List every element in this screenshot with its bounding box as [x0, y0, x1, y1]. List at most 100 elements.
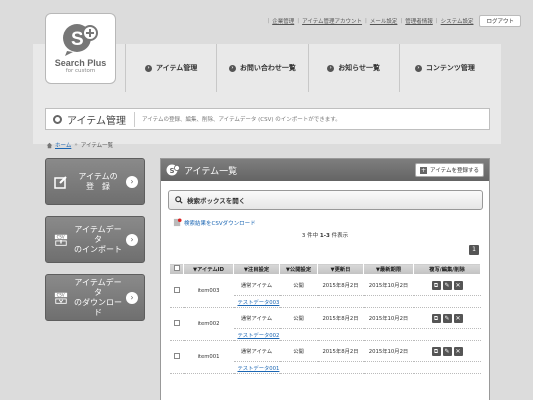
panel-header: S アイテム一覧 + アイテムを登録する: [161, 159, 489, 181]
chevron-right-icon: ›: [414, 64, 422, 72]
svg-text:CSV: CSV: [57, 292, 65, 297]
logo-brand: Search Plus: [54, 58, 107, 68]
cell-updated: 2015年8月2日: [317, 307, 364, 329]
nav-label: お知らせ一覧: [338, 64, 381, 72]
cell-actions: ⧉ ✎ ✕: [413, 307, 481, 329]
import-data-label: アイテムデータ のインポート: [74, 224, 122, 254]
chevron-right-icon: ›: [144, 64, 152, 72]
panel-title: アイテム一覧: [184, 166, 238, 177]
toplink-system[interactable]: システム設定: [441, 17, 474, 25]
csv-download-icon: CSV: [54, 291, 68, 305]
chevron-right-icon: ›: [126, 233, 138, 246]
select-all-header[interactable]: [169, 263, 184, 275]
cell-public: 公開: [279, 340, 318, 362]
edit-icon[interactable]: ✎: [442, 280, 452, 290]
col-header-public[interactable]: ▼公開設定: [279, 263, 318, 275]
csv-import-icon: CSV: [54, 233, 68, 247]
table-row: item001 通常アイテム 公開 2015年8月2日 2015年10月2日 ⧉…: [169, 340, 481, 374]
col-header-actions: 複写/編集/削除: [413, 263, 481, 275]
breadcrumb: ホーム » アイテム一覧: [46, 141, 113, 149]
toplink-mail[interactable]: メール設定: [370, 17, 398, 25]
csv-download-label[interactable]: 検索結果をCSVダウンロード: [184, 219, 256, 227]
col-header-attention[interactable]: ▼注目設定: [233, 263, 280, 275]
nav-label: コンテンツ管理: [425, 64, 475, 72]
download-data-button[interactable]: CSV アイテムデータ のダウンロード ›: [45, 274, 145, 321]
register-item-button[interactable]: アイテムの登 録 ›: [45, 158, 145, 205]
cell-id: item001: [183, 340, 234, 374]
logo-mini-icon: S: [166, 164, 180, 176]
edit-icon: [54, 175, 68, 189]
chevron-right-icon: ›: [126, 175, 138, 188]
cell-expiry: 2015年10月2日: [363, 274, 414, 296]
row-checkbox[interactable]: [173, 353, 180, 359]
toplink-item-account[interactable]: アイテム管理アカウント: [302, 17, 362, 25]
item-name-link[interactable]: テストデータ002: [233, 328, 481, 341]
delete-icon[interactable]: ✕: [453, 346, 463, 356]
register-item-label: アイテムの登 録: [78, 171, 118, 191]
pager-page[interactable]: 1: [469, 245, 479, 255]
top-links: | 企業管理 | アイテム管理アカウント | メール設定 | 管理者情報 | システム設定…: [264, 15, 521, 27]
cell-public: 公開: [279, 307, 318, 329]
col-header-updated[interactable]: ▼更新日: [317, 263, 364, 275]
nav-item-inquiries[interactable]: › お問い合わせ一覧: [216, 44, 307, 92]
chevron-right-icon: ›: [327, 64, 335, 72]
nav-item-news[interactable]: › お知らせ一覧: [307, 44, 399, 92]
copy-icon[interactable]: ⧉: [431, 313, 441, 323]
breadcrumb-current: アイテム一覧: [80, 143, 114, 149]
add-item-label: アイテムを登録する: [430, 168, 479, 174]
logo-icon: S: [62, 24, 98, 56]
chevron-right-icon: ›: [228, 64, 236, 72]
logo-sub: for custom: [65, 68, 96, 74]
search-box-toggle[interactable]: 検索ボックスを開く: [168, 190, 483, 210]
item-name-link[interactable]: テストデータ003: [233, 295, 481, 308]
copy-icon[interactable]: ⧉: [431, 346, 441, 356]
item-list-panel: S アイテム一覧 + アイテムを登録する 検索ボックスを開く 検索結果をCSVダウ…: [160, 158, 490, 400]
cell-id: item003: [183, 274, 234, 308]
select-all-checkbox[interactable]: [173, 265, 180, 271]
table-row: item002 通常アイテム 公開 2015年8月2日 2015年10月2日 ⧉…: [169, 307, 481, 341]
add-item-button[interactable]: + アイテムを登録する: [415, 163, 484, 177]
nav-label: アイテム管理: [155, 64, 198, 72]
breadcrumb-home[interactable]: ホーム: [55, 141, 71, 149]
item-name-link[interactable]: テストデータ001: [233, 361, 481, 374]
search-box-label: 検索ボックスを開く: [187, 197, 246, 205]
delete-icon[interactable]: ✕: [453, 280, 463, 290]
toplink-company[interactable]: 企業管理: [272, 17, 294, 25]
col-header-expiry[interactable]: ▼最新期限: [363, 263, 414, 275]
cell-updated: 2015年8月2日: [317, 340, 364, 362]
col-header-id[interactable]: ▼アイテムID: [183, 263, 234, 275]
row-checkbox[interactable]: [173, 320, 180, 326]
cell-id: item002: [183, 307, 234, 341]
cell-attention: 通常アイテム: [233, 340, 280, 362]
cell-attention: 通常アイテム: [233, 274, 280, 296]
chevron-right-icon: ›: [126, 291, 138, 304]
cell-attention: 通常アイテム: [233, 307, 280, 329]
svg-text:S: S: [71, 29, 84, 50]
cell-public: 公開: [279, 274, 318, 296]
toplink-admin[interactable]: 管理者情報: [405, 17, 433, 25]
svg-text:S: S: [170, 167, 175, 175]
home-icon: [46, 142, 53, 148]
nav-item-contents[interactable]: › コンテンツ管理: [398, 44, 490, 92]
logout-button[interactable]: ログアウト: [479, 15, 521, 27]
page-title: アイテム管理: [67, 111, 135, 127]
logo[interactable]: S Search Plus for custom: [45, 13, 116, 84]
nav-item-items[interactable]: › アイテム管理: [125, 44, 216, 92]
cell-updated: 2015年8月2日: [317, 274, 364, 296]
download-data-label: アイテムデータ のダウンロード: [74, 277, 122, 317]
cell-expiry: 2015年10月2日: [363, 307, 414, 329]
circle-icon: [53, 114, 62, 124]
page-description: アイテムの登録、編集、削除、アイテムデータ (CSV) のインポートができます。: [142, 117, 341, 123]
row-checkbox[interactable]: [173, 287, 180, 293]
breadcrumb-arrow: »: [74, 142, 78, 148]
delete-icon[interactable]: ✕: [453, 313, 463, 323]
edit-icon[interactable]: ✎: [442, 313, 452, 323]
import-data-button[interactable]: CSV アイテムデータ のインポート ›: [45, 216, 145, 263]
main-nav: › アイテム管理 › お問い合わせ一覧 › お知らせ一覧 › コンテンツ管理: [125, 44, 490, 92]
item-table: ▼アイテムID ▼注目設定 ▼公開設定 ▼更新日 ▼最新期限 複写/編集/削除 …: [169, 263, 481, 374]
csv-download-link[interactable]: 検索結果をCSVダウンロード: [173, 218, 489, 227]
copy-icon[interactable]: ⧉: [431, 280, 441, 290]
cell-expiry: 2015年10月2日: [363, 340, 414, 362]
search-icon: [175, 196, 183, 204]
edit-icon[interactable]: ✎: [442, 346, 452, 356]
